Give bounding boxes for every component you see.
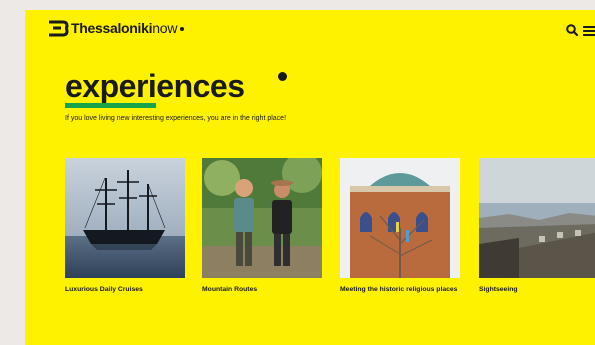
card-religious-places[interactable]: Meeting the historic religious places bbox=[340, 158, 460, 294]
hero-title-wrap: experiences bbox=[65, 68, 287, 104]
header: Thessaloniki now bbox=[25, 10, 595, 50]
card-sightseeing[interactable]: Sightseeing bbox=[479, 158, 595, 294]
search-icon[interactable] bbox=[565, 23, 579, 37]
title-dot bbox=[278, 72, 287, 81]
card-cruises[interactable]: Luxurious Daily Cruises bbox=[65, 158, 185, 294]
logo-text-bold: Thessaloniki bbox=[71, 20, 153, 36]
logo-dot bbox=[180, 27, 185, 31]
page: Thessaloniki now experiences If you love … bbox=[25, 10, 595, 345]
logo-mark-icon bbox=[49, 20, 69, 37]
city-view-photo[interactable] bbox=[479, 158, 595, 278]
title-underline bbox=[65, 103, 156, 108]
hikers-photo[interactable] bbox=[202, 158, 322, 278]
page-title: experiences bbox=[65, 68, 245, 104]
card-mountain-routes[interactable]: Mountain Routes bbox=[202, 158, 322, 294]
church-photo[interactable] bbox=[340, 158, 460, 278]
card-label[interactable]: Meeting the historic religious places bbox=[340, 286, 460, 294]
ship-photo[interactable] bbox=[65, 158, 185, 278]
menu-icon[interactable] bbox=[583, 25, 595, 37]
card-label[interactable]: Mountain Routes bbox=[202, 286, 322, 294]
card-label[interactable]: Luxurious Daily Cruises bbox=[65, 286, 185, 294]
logo-text-light: now bbox=[152, 20, 178, 36]
card-label[interactable]: Sightseeing bbox=[479, 286, 595, 294]
logo[interactable]: Thessaloniki now bbox=[45, 18, 185, 38]
page-subtitle: If you love living new interesting exper… bbox=[65, 115, 287, 122]
